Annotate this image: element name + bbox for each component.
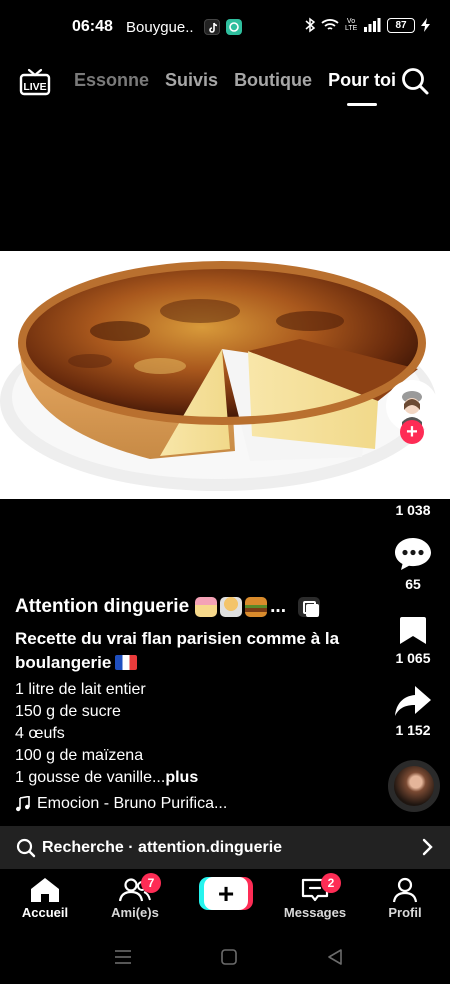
- creator-avatar-button[interactable]: +: [386, 380, 438, 444]
- more-link[interactable]: plus: [165, 769, 198, 786]
- follow-button[interactable]: +: [400, 420, 424, 444]
- volte-label: Vo LTE: [345, 18, 358, 32]
- emoji-row: ...: [195, 596, 286, 618]
- cake-emoji-icon: [195, 597, 218, 617]
- creator-line: Attention dinguerie ...: [15, 596, 375, 618]
- messages-badge: 2: [321, 873, 341, 893]
- post-title: Recette du vrai flan parisien comme à la…: [15, 629, 340, 672]
- desc-line: 4 œufs: [15, 725, 65, 742]
- status-carrier: Bouygue..: [126, 19, 194, 36]
- music-disc-icon[interactable]: [388, 760, 440, 812]
- status-time: 06:48: [72, 18, 113, 35]
- tab-boutique[interactable]: Boutique: [234, 70, 312, 91]
- signal-icon: [364, 18, 381, 32]
- nav-friends-label: Ami(e)s: [111, 905, 159, 920]
- share-action[interactable]: 1 152: [385, 684, 441, 738]
- video-frame[interactable]: [0, 251, 450, 499]
- status-bar: 06:48 Bouygue.. Vo LTE 87: [0, 0, 450, 56]
- comment-action[interactable]: 65: [385, 536, 441, 592]
- home-icon: [31, 878, 59, 902]
- desc-line-last: 1 gousse de vanille...plus: [15, 769, 199, 786]
- tab-suivis[interactable]: Suivis: [165, 70, 218, 91]
- burger-emoji-icon: [245, 597, 268, 617]
- comment-count: 65: [405, 576, 421, 592]
- like-action[interactable]: 1 038: [385, 462, 441, 518]
- french-flag-icon: [115, 655, 138, 670]
- create-button[interactable]: +: [199, 877, 253, 910]
- feed-tabs: Essonne Suivis Boutique Pour toi: [74, 70, 396, 106]
- desc-line: 1 litre de lait entier: [15, 681, 146, 698]
- bookmark-icon: [400, 617, 426, 644]
- menu-lines-icon[interactable]: [114, 949, 132, 965]
- nav-friends[interactable]: Ami(e)s 7: [95, 873, 175, 920]
- comment-icon: [395, 538, 431, 570]
- tab-essonne[interactable]: Essonne: [74, 70, 149, 91]
- friends-badge: 7: [141, 873, 161, 893]
- save-action[interactable]: 1 065: [385, 614, 441, 666]
- system-nav: [0, 931, 450, 984]
- creator-name[interactable]: Attention dinguerie: [15, 596, 189, 618]
- caption: Attention dinguerie ... Recette du vrai …: [15, 596, 375, 813]
- search-icon: [16, 838, 36, 857]
- desc-line: 150 g de sucre: [15, 703, 121, 720]
- desc-line: 100 g de maïzena: [15, 747, 144, 764]
- nav-messages[interactable]: Messages 2: [275, 873, 355, 920]
- post-description: 1 litre de lait entier 150 g de sucre 4 …: [15, 679, 375, 789]
- status-right: Vo LTE 87: [305, 17, 430, 33]
- wifi-icon: [321, 19, 339, 30]
- tiktok-notification-icon: [204, 19, 220, 35]
- flan-image: [0, 251, 450, 499]
- home-square-icon[interactable]: [221, 949, 237, 965]
- music-note-icon: [16, 796, 30, 812]
- heart-icon: [394, 462, 432, 496]
- save-count: 1 065: [395, 650, 431, 666]
- bottom-nav: Accueil Ami(e)s 7 + Messages 2 Profil: [0, 869, 450, 931]
- bluetooth-icon: [305, 17, 315, 33]
- nav-profile[interactable]: Profil: [365, 877, 445, 920]
- share-count: 1 152: [395, 722, 431, 738]
- photo-mode-icon: [298, 597, 320, 617]
- battery-icon: 87: [387, 17, 415, 33]
- top-nav: LIVE Essonne Suivis Boutique Pour toi: [0, 60, 450, 110]
- search-icon[interactable]: [400, 66, 430, 96]
- chevron-right-icon: [422, 838, 433, 856]
- share-arrow-icon: [395, 686, 431, 716]
- ramen-emoji-icon: [220, 597, 243, 617]
- live-label: LIVE: [23, 81, 46, 93]
- chat-notification-icon: [226, 19, 242, 35]
- profile-icon: [392, 877, 418, 903]
- sound-name: Emocion - Bruno Purifica...: [37, 795, 228, 812]
- sound-line[interactable]: Emocion - Bruno Purifica...: [15, 795, 375, 813]
- like-count: 1 038: [395, 502, 431, 518]
- tab-pour-toi[interactable]: Pour toi: [328, 70, 396, 106]
- related-search-bar[interactable]: Recherche · attention.dinguerie: [0, 826, 450, 869]
- nav-home-label: Accueil: [21, 905, 69, 920]
- plus-icon: +: [204, 877, 248, 910]
- live-icon[interactable]: LIVE: [19, 66, 51, 96]
- charging-icon: [421, 18, 430, 32]
- nav-home[interactable]: Accueil: [5, 877, 85, 920]
- related-search-label: Recherche · attention.dinguerie: [42, 838, 283, 856]
- back-triangle-icon[interactable]: [327, 949, 343, 965]
- nav-messages-label: Messages: [283, 905, 347, 920]
- nav-profile-label: Profil: [388, 905, 422, 920]
